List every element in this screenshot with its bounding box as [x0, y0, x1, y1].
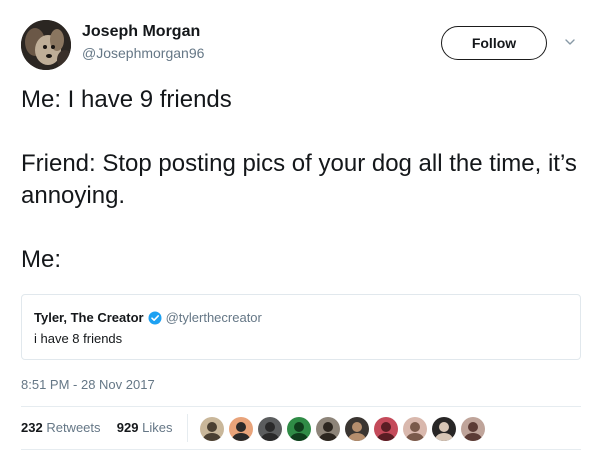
liker-avatar[interactable] — [257, 416, 283, 442]
quoted-author-name: Tyler, The Creator — [34, 310, 144, 325]
liker-avatar[interactable] — [373, 416, 399, 442]
quoted-tweet-card[interactable]: Tyler, The Creator @tylerthecreator i ha… — [21, 294, 581, 360]
liker-avatar[interactable] — [431, 416, 457, 442]
tweet-paragraph: Me: I have 9 friends — [21, 86, 232, 113]
tweet-card: Joseph Morgan @Josephmorgan96 Follow Me:… — [0, 0, 598, 454]
liker-avatar[interactable] — [228, 416, 254, 442]
author-handle[interactable]: @Josephmorgan96 — [82, 45, 204, 61]
tweet-paragraph: Me: — [21, 246, 62, 273]
liker-avatar[interactable] — [344, 416, 370, 442]
follow-button[interactable]: Follow — [441, 26, 547, 60]
tweet-text: Me: I have 9 friends Friend: Stop postin… — [21, 84, 581, 308]
tweet-stats: 232 Retweets 929 Likes — [21, 420, 172, 435]
chevron-down-icon[interactable] — [564, 36, 576, 48]
likes-stat[interactable]: 929 Likes — [113, 420, 173, 435]
divider — [21, 449, 581, 450]
verified-badge-icon — [148, 311, 162, 324]
liker-avatar[interactable] — [199, 416, 225, 442]
tweet-timestamp[interactable]: 8:51 PM - 28 Nov 2017 — [21, 377, 155, 392]
tweet-paragraph: Friend: Stop posting pics of your dog al… — [21, 150, 577, 209]
divider — [21, 406, 581, 407]
liker-avatar[interactable] — [460, 416, 486, 442]
retweets-label: Retweets — [46, 420, 101, 435]
quoted-tweet-text: i have 8 friends — [34, 331, 123, 346]
liker-avatar[interactable] — [286, 416, 312, 442]
retweets-count: 232 — [21, 420, 43, 435]
stats-separator — [187, 414, 188, 442]
liker-avatar[interactable] — [315, 416, 341, 442]
dog-photo-avatar — [21, 20, 71, 70]
liker-avatars — [199, 416, 489, 442]
liker-avatar[interactable] — [402, 416, 428, 442]
author-name[interactable]: Joseph Morgan — [82, 23, 200, 41]
quoted-author-handle: @tylerthecreator — [165, 310, 262, 325]
retweets-stat[interactable]: 232 Retweets — [21, 420, 104, 435]
author-avatar[interactable] — [21, 20, 71, 70]
quoted-tweet-header: Tyler, The Creator @tylerthecreator — [34, 310, 262, 325]
likes-label: Likes — [142, 420, 173, 435]
likes-count: 929 — [116, 420, 139, 435]
